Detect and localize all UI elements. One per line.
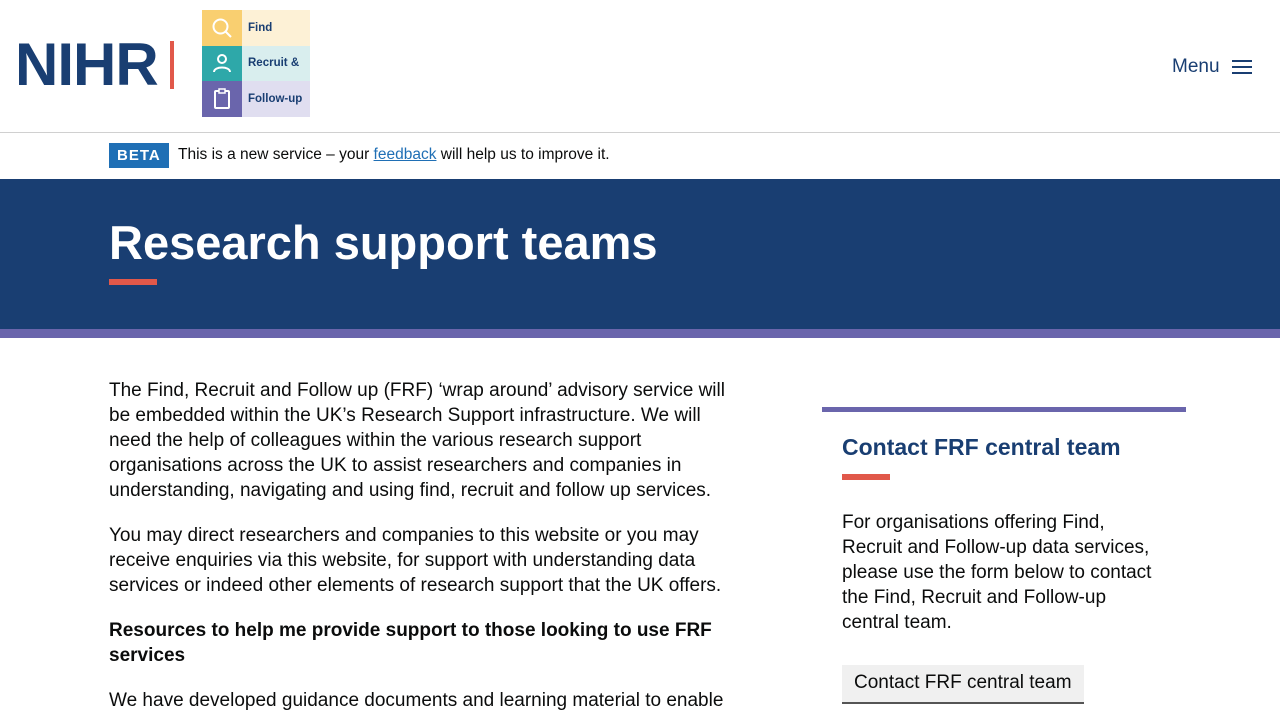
- beta-text-before: This is a new service – your: [178, 146, 374, 163]
- menu-label: Menu: [1172, 56, 1220, 77]
- frf-logo-row-find: Find: [202, 10, 310, 46]
- beta-banner: BETA This is a new service – your feedba…: [0, 133, 1280, 179]
- body-paragraph-cutoff: We have developed guidance documents and…: [109, 690, 724, 711]
- frf-logo-label: Recruit &: [242, 45, 310, 82]
- sidebar-description: For organisations offering Find, Recruit…: [842, 512, 1152, 633]
- frf-logo-row-follow: Follow-up: [202, 81, 310, 117]
- beta-message: This is a new service – your feedback wi…: [178, 146, 610, 164]
- nihr-wordmark: NIHR: [15, 31, 159, 98]
- frf-logo-row-recruit: Recruit &: [202, 45, 310, 82]
- site-header: NIHR Find Recruit & Follow-up Menu: [0, 0, 1280, 133]
- hero-stripe: [0, 329, 1280, 338]
- hero-banner: Research support teams: [0, 179, 1280, 329]
- feedback-link[interactable]: feedback: [374, 146, 437, 163]
- sidebar-title: Contact FRF central team: [842, 434, 1121, 460]
- contact-frf-button[interactable]: Contact FRF central team: [842, 665, 1084, 704]
- clipboard-icon: [202, 81, 242, 117]
- intro-paragraph: The Find, Recruit and Follow up (FRF) ‘w…: [109, 380, 725, 501]
- frf-logo[interactable]: Find Recruit & Follow-up: [202, 10, 310, 117]
- frf-logo-label: Follow-up: [242, 81, 310, 117]
- hamburger-icon: [1231, 60, 1252, 74]
- section-subheading: Resources to help me provide support to …: [109, 620, 712, 666]
- search-icon: [202, 10, 242, 46]
- sidebar-accent-bar: [842, 474, 890, 480]
- beta-text-after: will help us to improve it.: [436, 146, 610, 163]
- page-title: Research support teams: [109, 216, 658, 269]
- frf-logo-label: Find: [242, 10, 310, 46]
- nihr-logo[interactable]: NIHR: [15, 31, 174, 98]
- body-paragraph: You may direct researchers and companies…: [109, 525, 722, 596]
- beta-tag: BETA: [109, 143, 169, 168]
- main-content: The Find, Recruit and Follow up (FRF) ‘w…: [109, 378, 734, 720]
- menu-button[interactable]: Menu: [1166, 52, 1258, 82]
- contact-sidebar: Contact FRF central team For organisatio…: [822, 407, 1186, 704]
- logo-divider: [169, 41, 174, 89]
- title-accent-bar: [109, 279, 157, 285]
- person-icon: [202, 45, 242, 82]
